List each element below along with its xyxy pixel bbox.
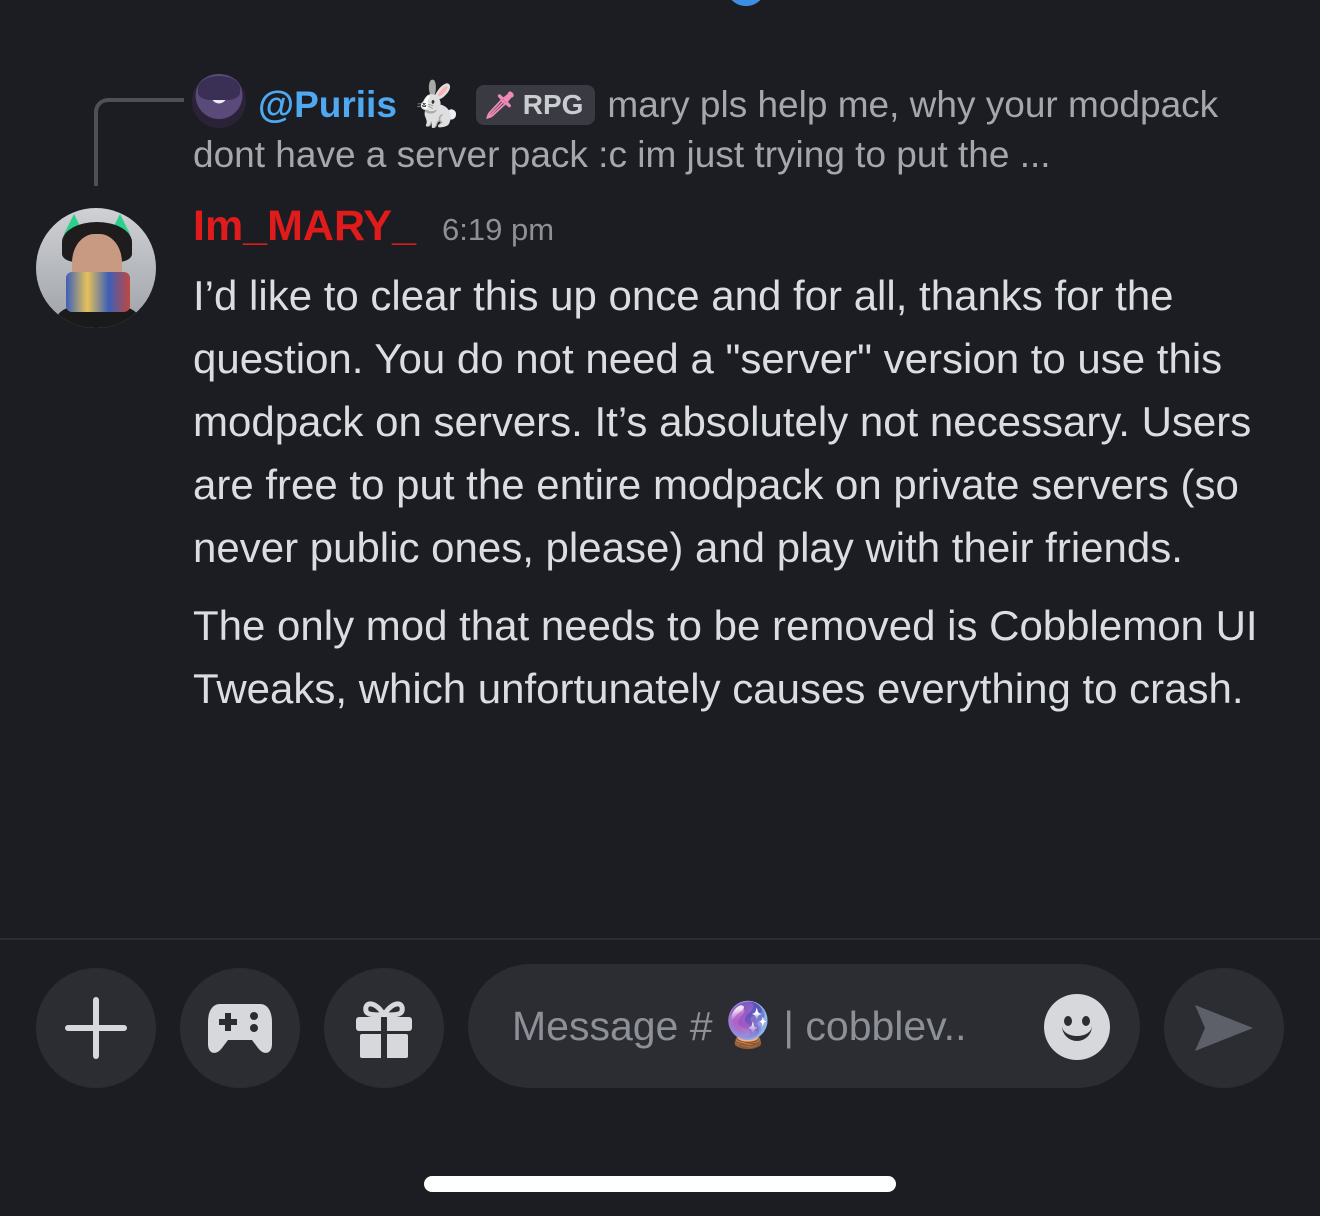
placeholder-channel: | cobblev.. bbox=[783, 1002, 967, 1049]
sword-icon: 🗡 bbox=[483, 89, 517, 120]
message-timestamp: 6:19 pm bbox=[442, 212, 555, 247]
reply-username[interactable]: @Puriis bbox=[258, 84, 397, 126]
rabbit-emoji-icon: 🐇 bbox=[408, 80, 464, 129]
reply-header[interactable]: @Puriis 🐇 🗡 RPG mary pls help me, why yo… bbox=[258, 82, 1218, 128]
reply-avatar[interactable] bbox=[192, 74, 246, 128]
gift-button[interactable] bbox=[324, 968, 444, 1088]
smiley-icon bbox=[1064, 1016, 1072, 1026]
gamepad-icon bbox=[208, 1004, 272, 1053]
message-paragraph-2: The only mod that needs to be removed is… bbox=[193, 602, 1258, 712]
message-body[interactable]: I’d like to clear this up once and for a… bbox=[193, 264, 1293, 735]
plus-icon bbox=[65, 997, 127, 1059]
message-paragraph-1: I’d like to clear this up once and for a… bbox=[193, 272, 1252, 571]
reply-preview-line2[interactable]: dont have a server pack :c im just tryin… bbox=[193, 134, 1051, 176]
send-button[interactable] bbox=[1164, 968, 1284, 1088]
send-icon bbox=[1195, 1005, 1253, 1051]
author-name[interactable]: Im_MARY_ bbox=[193, 202, 416, 251]
activities-button[interactable] bbox=[180, 968, 300, 1088]
partial-avatar-top bbox=[726, 0, 766, 6]
message-input[interactable]: Message # 🔮 | cobblev.. bbox=[468, 964, 1140, 1088]
message-input-placeholder: Message # 🔮 | cobblev.. bbox=[512, 1003, 966, 1050]
role-tag[interactable]: 🗡 RPG bbox=[475, 85, 596, 125]
reply-preview-line1[interactable]: mary pls help me, why your modpack bbox=[607, 84, 1218, 126]
author-avatar[interactable] bbox=[36, 208, 156, 328]
reply-connector bbox=[94, 98, 184, 186]
crystal-ball-icon: 🔮 bbox=[720, 1001, 776, 1050]
placeholder-prefix: Message # bbox=[512, 1002, 713, 1049]
message-header: Im_MARY_ 6:19 pm bbox=[193, 202, 554, 258]
emoji-picker-button[interactable] bbox=[1044, 994, 1110, 1060]
gift-icon bbox=[356, 1001, 412, 1059]
home-indicator[interactable] bbox=[424, 1176, 896, 1192]
add-attachment-button[interactable] bbox=[36, 968, 156, 1088]
role-tag-label: RPG bbox=[522, 89, 584, 120]
composer-divider bbox=[0, 938, 1320, 940]
